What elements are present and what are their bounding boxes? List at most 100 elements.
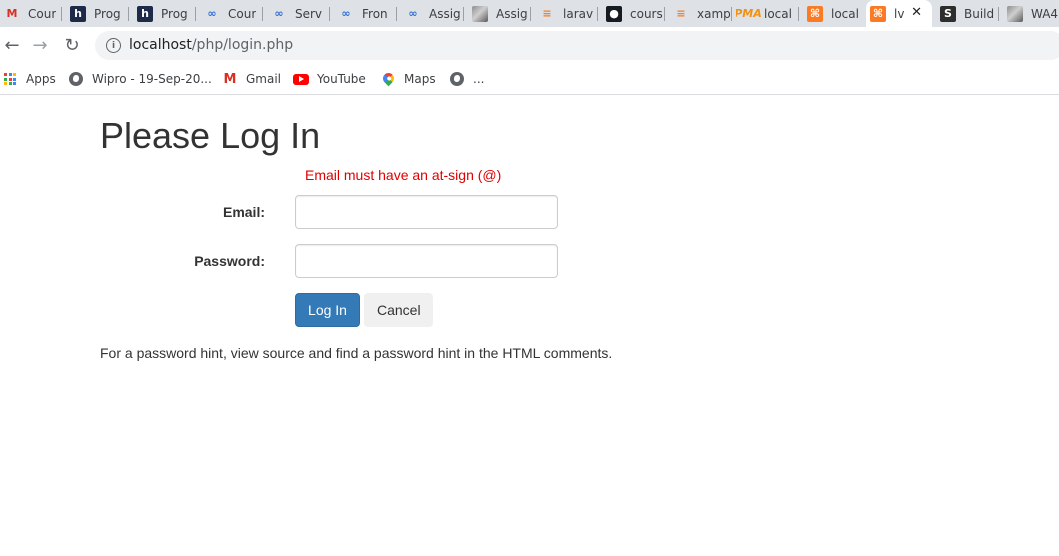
dark-circle-icon: S [940, 5, 956, 22]
bookmark-apps[interactable]: Apps [2, 69, 56, 89]
stackoverflow-icon: ≡ [676, 6, 686, 20]
globe-icon [68, 71, 84, 87]
tab-separator [530, 7, 531, 21]
tab-separator [329, 7, 330, 21]
tab-strip: M Cour h Prog h Prog ∞ Cour ∞ Serv ∞ Fro… [0, 0, 1059, 27]
tab-title: Prog [161, 6, 188, 21]
bookmark-label: Gmail [246, 72, 282, 86]
tab-laravel[interactable]: ≡ larav [535, 0, 598, 27]
h-logo-icon: h [70, 5, 86, 22]
tab-title: Serv [295, 6, 323, 21]
xampp-icon: ⌘ [807, 5, 823, 22]
tab-title: lv [894, 6, 905, 21]
tab-title: Cour [28, 6, 57, 21]
xampp-icon: ⌘ [870, 5, 886, 22]
tab-title: xamp [697, 6, 731, 21]
bookmark-label: ... [473, 72, 485, 86]
url-path: /php/login.php [191, 37, 294, 53]
bookmark-wipro[interactable]: Wipro - 19-Sep-20... [68, 69, 212, 89]
info-icon[interactable]: i [106, 38, 121, 53]
tab-title: local [764, 6, 792, 21]
bookmark-maps[interactable]: Maps [380, 69, 436, 89]
bookmark-gmail[interactable]: M Gmail [222, 69, 281, 89]
apps-grid-icon [2, 71, 18, 87]
tab-build[interactable]: S Build [936, 0, 999, 27]
email-field[interactable] [295, 195, 558, 229]
tab-separator [597, 7, 598, 21]
tab-separator [61, 7, 62, 21]
tab-title: Prog [94, 6, 121, 21]
tab-coursera-assig[interactable]: ∞ Assig [401, 0, 464, 27]
tab-title: Assig [429, 6, 461, 21]
bookmark-label: YouTube [317, 72, 366, 86]
youtube-icon [293, 71, 309, 87]
tab-coursera-serv[interactable]: ∞ Serv [267, 0, 330, 27]
tab-separator [128, 7, 129, 21]
back-arrow-icon[interactable]: ← [0, 33, 24, 57]
coursera-icon: ∞ [408, 6, 418, 20]
h-logo-icon: h [137, 5, 153, 22]
close-icon[interactable]: ✕ [911, 5, 922, 20]
avatar-icon [472, 5, 488, 22]
globe-icon [449, 71, 465, 87]
tab-separator [731, 7, 732, 21]
bookmark-label: Apps [26, 72, 56, 86]
reload-icon[interactable]: ↻ [60, 33, 84, 57]
tab-title: Fron [362, 6, 388, 21]
url-text[interactable]: localhost/php/login.php [129, 37, 293, 53]
bookmark-label: Maps [404, 72, 436, 86]
tab-coursera-cour[interactable]: ∞ Cour [200, 0, 263, 27]
tab-separator [998, 7, 999, 21]
password-field[interactable] [295, 244, 558, 278]
tab-wa4[interactable]: WA4 [1003, 0, 1059, 27]
coursera-icon: ∞ [341, 6, 351, 20]
url-host: localhost [129, 37, 192, 53]
browser-toolbar: ← → ↻ i localhost/php/login.php [0, 27, 1059, 64]
bookmark-label: Wipro - 19-Sep-20... [92, 72, 212, 86]
error-message: Email must have an at-sign (@) [305, 167, 502, 183]
forward-arrow-icon[interactable]: → [28, 33, 52, 57]
tab-separator [664, 7, 665, 21]
avatar-icon [1007, 5, 1023, 22]
tab-title: local [831, 6, 859, 21]
tab-prog-2[interactable]: h Prog [133, 0, 196, 27]
tab-github-cours[interactable]: ● cours [602, 0, 665, 27]
tab-title: Cour [228, 6, 257, 21]
tab-phpmyadmin-local[interactable]: PMA local [736, 0, 799, 27]
cancel-button[interactable]: Cancel [364, 293, 433, 327]
bookmark-more[interactable]: ... [449, 69, 484, 89]
tab-xampp-local[interactable]: ⌘ local [803, 0, 866, 27]
tab-assig-avatar[interactable]: Assig [468, 0, 531, 27]
tab-title: larav [563, 6, 594, 21]
maps-pin-icon [380, 70, 396, 87]
tab-separator [396, 7, 397, 21]
tab-coursera-fron[interactable]: ∞ Fron [334, 0, 397, 27]
tab-course-gmail[interactable]: M Cour [0, 0, 62, 27]
tab-active-login[interactable]: ⌘ lv ✕ [866, 0, 932, 27]
gmail-icon: M [6, 6, 18, 20]
tab-separator [798, 7, 799, 21]
tab-prog-1[interactable]: h Prog [66, 0, 129, 27]
gmail-icon: M [223, 71, 237, 87]
bookmark-youtube[interactable]: YouTube [293, 69, 366, 89]
tab-xampp-so[interactable]: ≡ xamp [669, 0, 732, 27]
password-label: Password: [194, 253, 265, 269]
page-title: Please Log In [100, 115, 321, 156]
phpmyadmin-icon: PMA [736, 6, 762, 20]
tab-title: Assig [496, 6, 528, 21]
bookmarks-bar: Apps Wipro - 19-Sep-20... M Gmail YouTub… [0, 64, 1059, 95]
tab-separator [463, 7, 464, 21]
tab-title: cours [630, 6, 663, 21]
address-bar[interactable]: i localhost/php/login.php [95, 31, 1059, 60]
password-hint-text: For a password hint, view source and fin… [100, 345, 613, 361]
github-icon: ● [606, 5, 622, 22]
email-label: Email: [222, 204, 265, 220]
coursera-icon: ∞ [274, 6, 284, 20]
tab-title: WA4 [1031, 6, 1059, 21]
tab-separator [195, 7, 196, 21]
tab-separator [262, 7, 263, 21]
tab-title: Build [964, 6, 995, 21]
stackoverflow-icon: ≡ [542, 6, 552, 20]
login-button[interactable]: Log In [295, 293, 360, 327]
coursera-icon: ∞ [207, 6, 217, 20]
